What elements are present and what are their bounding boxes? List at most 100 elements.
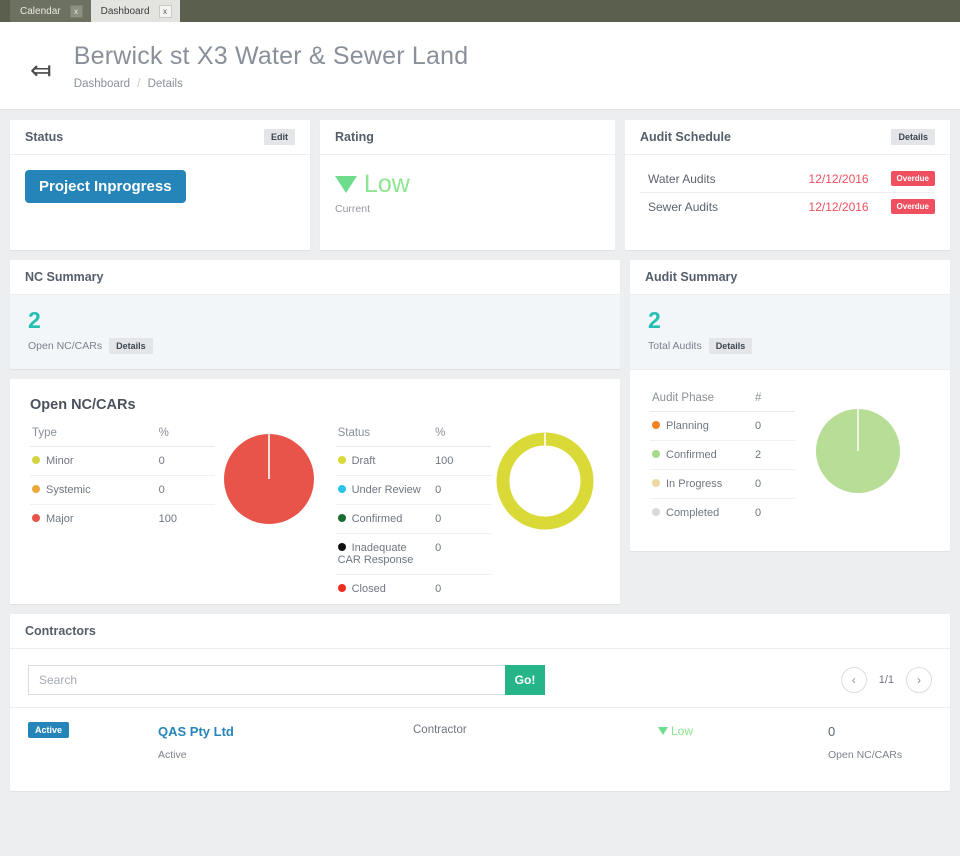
- contractors-header: Contractors: [10, 614, 950, 650]
- nc-details-button[interactable]: Details: [109, 338, 153, 355]
- audit-phase-area: Audit Phase # Planning 0 Confirmed 2 In …: [630, 370, 950, 551]
- legend-value: 2: [753, 440, 795, 471]
- legend-label: In Progress: [666, 478, 723, 491]
- legend-label: Under Review: [351, 484, 421, 497]
- audit-date: 12/12/2016: [808, 171, 869, 186]
- legend-value: 0: [433, 504, 492, 535]
- legend-value: 0: [433, 475, 492, 506]
- legend-label: Minor: [46, 455, 74, 468]
- table-row[interactable]: Water Audits 12/12/2016 Overdue: [640, 165, 935, 193]
- breadcrumb-separator: /: [137, 78, 141, 90]
- column-header-pct: %: [156, 423, 215, 448]
- close-icon[interactable]: x: [158, 4, 172, 18]
- audit-schedule-card: Audit Schedule Details Water Audits 12/1…: [625, 120, 950, 250]
- contractor-rating-cell: Low: [658, 724, 828, 738]
- triangle-down-icon: [335, 176, 357, 193]
- column-header-count: #: [753, 388, 795, 413]
- audit-schedule-title: Audit Schedule: [640, 130, 731, 144]
- audit-schedule-header: Audit Schedule Details: [625, 120, 950, 155]
- legend-label: Systemic: [46, 484, 91, 497]
- status-card: Status Edit Project Inprogress: [10, 120, 310, 250]
- legend-label: Planning: [666, 420, 709, 433]
- audit-name: Sewer Audits: [648, 199, 719, 214]
- breadcrumb-current: Details: [147, 78, 183, 90]
- table-row: Under Review 0: [335, 475, 492, 506]
- legend-label: Draft: [351, 455, 376, 468]
- status-edit-button[interactable]: Edit: [264, 129, 295, 145]
- triangle-down-icon: [658, 727, 668, 736]
- rating-sublabel: Current: [335, 203, 371, 215]
- page-count: 1/1: [878, 674, 894, 687]
- close-icon[interactable]: x: [69, 4, 83, 18]
- pie-chart-icon: [816, 409, 900, 494]
- nc-charts-area: Type % Minor 0 Systemic 0 Major 100 Stat…: [30, 423, 600, 603]
- breadcrumb-root[interactable]: Dashboard: [74, 78, 130, 90]
- rating-card-header: Rating: [320, 120, 615, 155]
- contractor-role-cell: Contractor: [413, 724, 467, 737]
- status-badge: Overdue: [890, 171, 935, 186]
- nc-status-table: Status % Draft 100 Under Review 0 Confir…: [335, 423, 492, 603]
- search-go-button[interactable]: Go!: [505, 665, 545, 696]
- table-row[interactable]: Active QAS Pty Ltd Active Contractor Low…: [10, 707, 950, 791]
- nc-type-table: Type % Minor 0 Systemic 0 Major 100: [30, 423, 215, 533]
- legend-dot-confirmed: [337, 514, 346, 523]
- status-card-body: Project Inprogress: [10, 155, 310, 218]
- tab-calendar[interactable]: Calendar x: [10, 0, 91, 22]
- donut-chart-icon: [496, 432, 594, 530]
- audit-phase-pie-chart: [815, 388, 901, 499]
- dashboard-content: Status Edit Project Inprogress Rating Lo…: [0, 110, 960, 801]
- audit-name: Water Audits: [648, 171, 716, 186]
- nc-summary-card: NC Summary 2 Open NC/CARs Details: [10, 260, 620, 370]
- legend-dot-inadequate-car-response: [337, 543, 346, 552]
- contractor-rating-label: Low: [671, 724, 694, 739]
- legend-value: 0: [435, 583, 442, 596]
- legend-value: 0: [156, 475, 215, 506]
- chevron-left-icon[interactable]: ‹: [840, 667, 867, 694]
- contractor-state-label: Active: [158, 749, 187, 762]
- table-row: In Progress 0: [650, 469, 795, 500]
- nc-type-pie-chart: [221, 423, 326, 532]
- legend-value: 100: [433, 446, 492, 477]
- legend-value: 0: [753, 411, 795, 442]
- chevron-right-icon[interactable]: ›: [906, 667, 932, 694]
- tab-calendar-label: Calendar: [20, 5, 61, 17]
- column-header-type: Type: [30, 423, 157, 448]
- table-row: Inadequate CAR Response 0: [335, 533, 492, 576]
- rating-value: Low: [364, 170, 410, 198]
- nc-open-count-row: Open NC/CARs Details: [28, 338, 602, 355]
- search-group: Go!: [28, 665, 545, 696]
- audit-details-button[interactable]: Details: [708, 338, 753, 355]
- nc-summary-column: NC Summary 2 Open NC/CARs Details Open N…: [10, 260, 620, 605]
- total-audits-row: Total Audits Details: [648, 338, 932, 355]
- audit-summary-header: Audit Summary: [630, 260, 950, 295]
- table-row: Minor 0: [30, 446, 215, 477]
- nc-summary-header: NC Summary: [10, 260, 620, 295]
- search-input[interactable]: [28, 665, 505, 696]
- audit-phase-table: Audit Phase # Planning 0 Confirmed 2 In …: [650, 388, 795, 527]
- nc-open-count-label: Open NC/CARs: [28, 340, 103, 353]
- contractor-status-cell: Active: [28, 722, 158, 739]
- legend-label: Closed: [351, 583, 386, 596]
- contractor-nc-count: 0: [828, 724, 836, 740]
- contractor-name-link[interactable]: QAS Pty Ltd: [158, 724, 234, 739]
- browser-tab-bar: Calendar x Dashboard x: [0, 0, 960, 22]
- legend-value: 0: [755, 507, 762, 520]
- back-arrow-icon[interactable]: ⤆: [30, 57, 52, 83]
- legend-value: 100: [158, 513, 177, 526]
- legend-dot-under-review: [337, 485, 346, 494]
- legend-dot-draft: [337, 456, 346, 465]
- legend-dot-confirmed: [652, 450, 660, 459]
- status-card-header: Status Edit: [10, 120, 310, 155]
- legend-label: Inadequate CAR Response: [337, 542, 414, 567]
- table-row[interactable]: Sewer Audits 12/12/2016 Overdue: [640, 193, 935, 220]
- pagination: ‹ 1/1 ›: [840, 667, 932, 694]
- table-row: Confirmed 2: [650, 440, 795, 471]
- audit-schedule-body: Water Audits 12/12/2016 Overdue Sewer Au…: [625, 155, 950, 230]
- audit-schedule-details-button[interactable]: Details: [891, 129, 935, 145]
- audit-summary-title: Audit Summary: [645, 270, 738, 284]
- tab-dashboard[interactable]: Dashboard x: [90, 0, 180, 22]
- nc-summary-title: NC Summary: [25, 270, 104, 284]
- contractor-rating: Low: [658, 724, 828, 738]
- audit-date: 12/12/2016: [808, 199, 869, 214]
- legend-dot-closed: [337, 584, 346, 593]
